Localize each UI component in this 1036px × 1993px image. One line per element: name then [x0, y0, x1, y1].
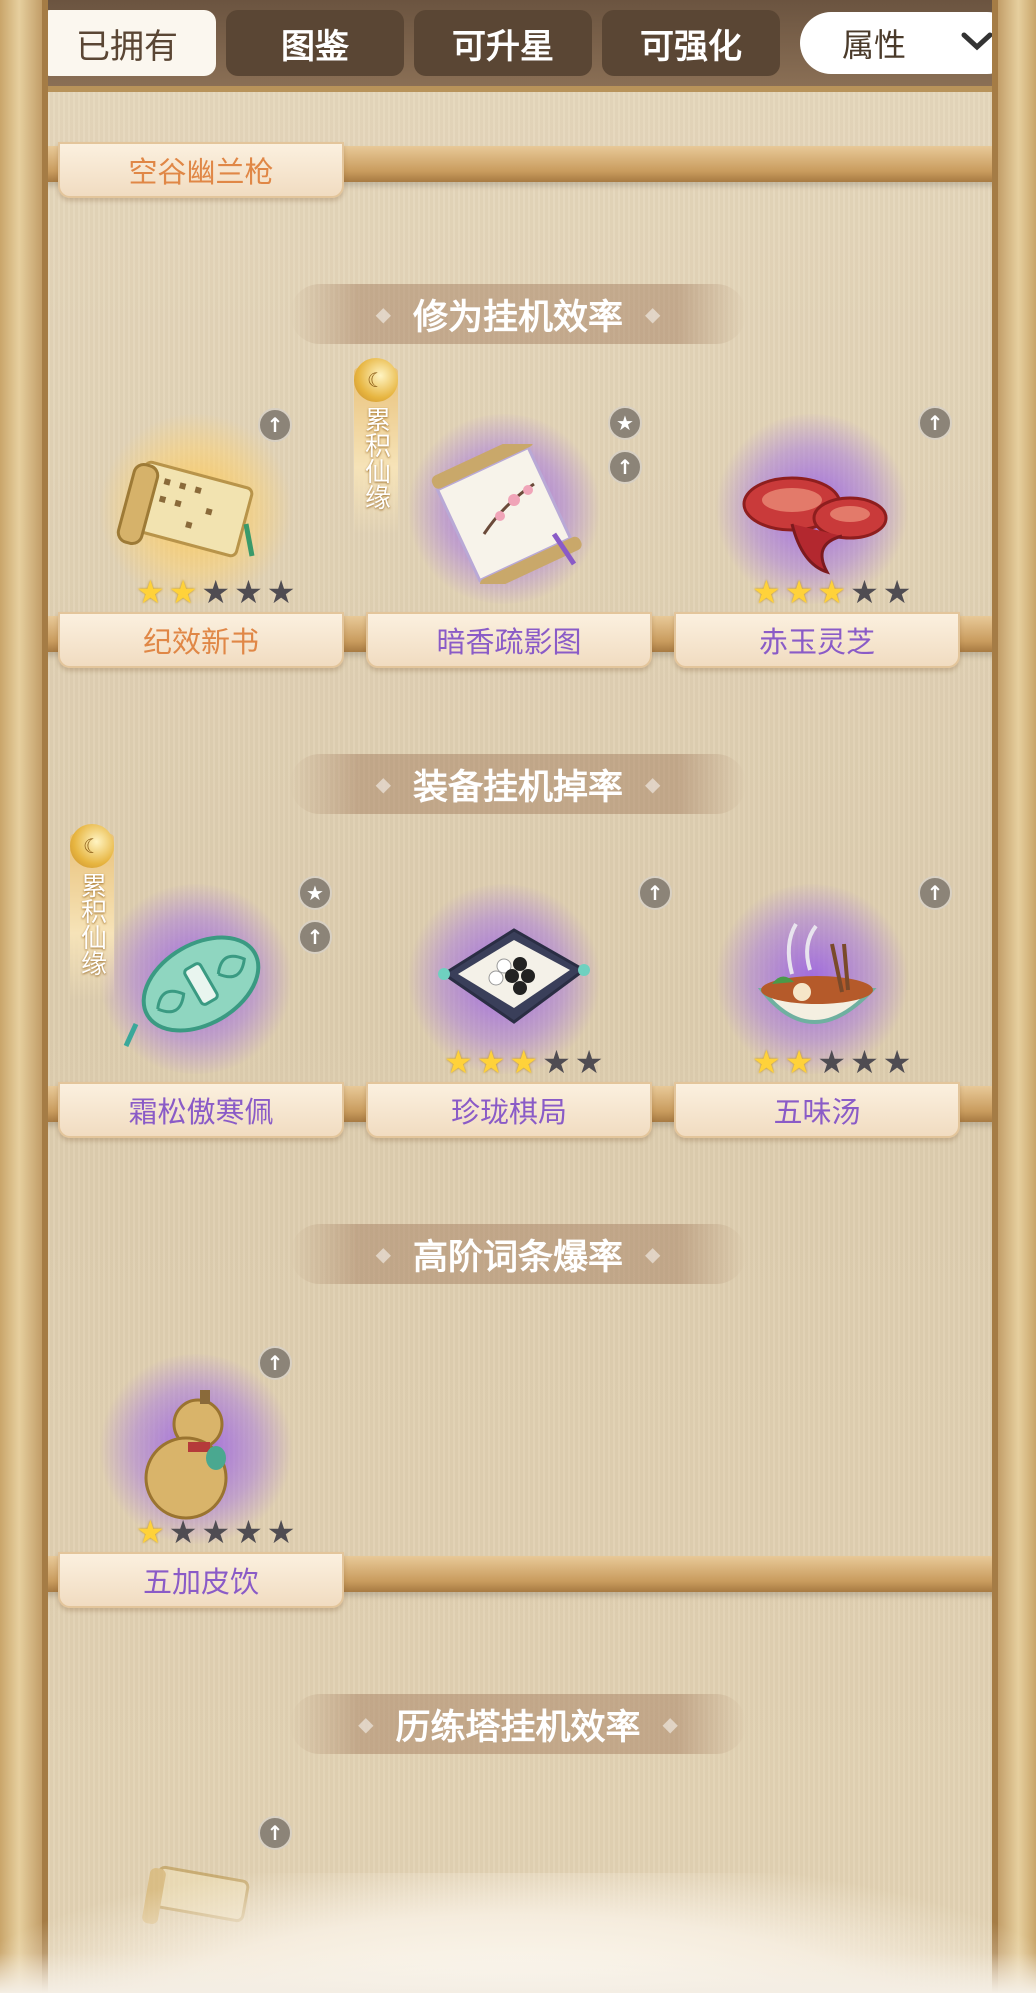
filter-label: 属性 [842, 26, 907, 64]
upgrade-arrow-icon[interactable]: ↑ [258, 1816, 292, 1850]
go-board-icon [438, 928, 590, 1024]
star-empty-icon: ★ [882, 1043, 912, 1081]
star-empty-icon: ★ [574, 1043, 604, 1081]
upgrade-arrow-icon[interactable]: ↑ [608, 450, 642, 484]
star-badge-icon[interactable]: ★ [298, 876, 332, 910]
chevron-down-icon [960, 27, 994, 60]
item-card[interactable]: ↑ ★ ★ ★ ★ ★ [692, 874, 952, 1078]
item-card[interactable]: ↑ ★ ★ ★ ★ ★ [692, 404, 952, 608]
section-header: ◆ 装备挂机掉率 ◆ [290, 754, 746, 814]
attribute-filter-dropdown[interactable]: 属性 [800, 12, 1018, 74]
section-title: 装备挂机掉率 [412, 767, 623, 808]
star-filled-icon: ★ [817, 573, 847, 611]
star-filled-icon: ★ [784, 1043, 814, 1081]
star-filled-icon: ★ [752, 573, 781, 611]
painting-scroll-icon [431, 444, 582, 584]
upgrade-arrow-icon[interactable]: ↑ [638, 876, 672, 910]
moon-icon: ☾ [354, 358, 398, 402]
star-filled-icon: ★ [444, 1043, 473, 1081]
item-name-tag[interactable]: 珍珑棋局 [366, 1082, 652, 1138]
star-empty-icon: ★ [234, 573, 263, 611]
diamond-icon: ◆ [645, 1242, 661, 1266]
star-rating: ★ ★ ★ ★ ★ [752, 1046, 911, 1078]
star-filled-icon: ★ [784, 573, 814, 611]
tab-bar: 已拥有 图鉴 可升星 可强化 属性 [0, 0, 1036, 92]
item-card[interactable]: ↑ ★ ★ ★ ★ ★ [384, 874, 672, 1078]
section-title: 历练塔挂机效率 [395, 1707, 641, 1748]
diamond-icon: ◆ [375, 772, 391, 796]
item-name-tag[interactable]: 赤玉灵芝 [674, 612, 960, 668]
star-rating: ★ ★ ★ ★ ★ [444, 1046, 603, 1078]
upgrade-arrow-icon[interactable]: ↑ [298, 920, 332, 954]
item-name-tag[interactable]: 空谷幽兰枪 [58, 142, 344, 198]
fate-ribbon: ☾ 累积仙缘 [70, 824, 114, 1000]
section-title: 修为挂机效率 [412, 297, 623, 338]
star-filled-icon: ★ [136, 573, 165, 611]
collection-panel[interactable]: 已拥有 图鉴 可升星 可强化 属性 空谷幽兰枪 ◆ 修为挂机效率 ◆ ↑ ★ ★ [0, 0, 1036, 1993]
item-name-tag[interactable]: 霜松傲寒佩 [58, 1082, 344, 1138]
star-filled-icon: ★ [509, 1043, 539, 1081]
star-rating: ★ ★ ★ ★ ★ [136, 1516, 295, 1548]
tab-collection[interactable]: 图鉴 [226, 10, 404, 76]
star-empty-icon: ★ [817, 1043, 847, 1081]
star-empty-icon: ★ [234, 1513, 263, 1551]
moon-icon: ☾ [70, 824, 114, 868]
star-empty-icon: ★ [201, 573, 231, 611]
star-filled-icon: ★ [136, 1513, 165, 1551]
item-name-tag[interactable]: 暗香疏影图 [366, 612, 652, 668]
star-empty-icon: ★ [201, 1513, 231, 1551]
soup-bowl-icon [757, 922, 877, 1024]
fate-ribbon: ☾ 累积仙缘 [354, 358, 398, 534]
star-rating: ★ ★ ★ ★ ★ [136, 576, 295, 608]
diamond-icon: ◆ [375, 1242, 391, 1266]
scroll-book-icon [116, 460, 255, 558]
red-mushroom-icon [742, 476, 888, 575]
star-filled-icon: ★ [168, 573, 198, 611]
section-header: ◆ 历练塔挂机效率 ◆ [290, 1694, 746, 1754]
item-card[interactable]: ☾ 累积仙缘 ★ ↑ [70, 824, 332, 1074]
star-empty-icon: ★ [542, 1043, 571, 1081]
fate-ribbon-text: 累积仙缘 [360, 406, 391, 510]
item-name-tag[interactable]: 纪效新书 [58, 612, 344, 668]
star-empty-icon: ★ [266, 573, 296, 611]
diamond-icon: ◆ [645, 772, 661, 796]
bottom-fade [0, 1953, 1036, 1993]
fate-ribbon-text: 累积仙缘 [76, 872, 107, 976]
tab-upgradable-star[interactable]: 可升星 [414, 10, 592, 76]
star-badge-icon[interactable]: ★ [608, 406, 642, 440]
section-title: 高阶词条爆率 [412, 1237, 623, 1278]
item-card[interactable]: ↑ ★ ★ ★ ★ ★ [76, 1344, 316, 1548]
tab-owned[interactable]: 已拥有 [38, 10, 216, 76]
upgrade-arrow-icon[interactable]: ↑ [258, 1346, 292, 1380]
item-card[interactable]: ☾ 累积仙缘 ★ ↑ [354, 358, 642, 604]
section-header: ◆ 修为挂机效率 ◆ [290, 284, 746, 344]
upgrade-arrow-icon[interactable]: ↑ [258, 408, 292, 442]
star-empty-icon: ★ [850, 1043, 879, 1081]
jade-pendant-icon [123, 935, 261, 1048]
section-header: ◆ 高阶词条爆率 ◆ [290, 1224, 746, 1284]
tab-enhanceable[interactable]: 可强化 [602, 10, 780, 76]
star-filled-icon: ★ [476, 1043, 506, 1081]
diamond-icon: ◆ [375, 302, 391, 326]
upgrade-arrow-icon[interactable]: ↑ [918, 876, 952, 910]
gourd-icon [144, 1390, 228, 1520]
right-frame [992, 0, 1036, 1993]
diamond-icon: ◆ [645, 302, 661, 326]
star-rating: ★ ★ ★ ★ ★ [752, 576, 911, 608]
star-empty-icon: ★ [168, 1513, 198, 1551]
star-empty-icon: ★ [850, 573, 879, 611]
left-frame [0, 0, 48, 1993]
star-empty-icon: ★ [266, 1513, 296, 1551]
item-card[interactable]: ↑ ★ ★ ★ ★ ★ [76, 404, 316, 608]
star-filled-icon: ★ [752, 1043, 781, 1081]
diamond-icon: ◆ [662, 1712, 678, 1736]
item-name-tag[interactable]: 五味汤 [674, 1082, 960, 1138]
diamond-icon: ◆ [358, 1712, 374, 1736]
item-name-tag[interactable]: 五加皮饮 [58, 1552, 344, 1608]
upgrade-arrow-icon[interactable]: ↑ [918, 406, 952, 440]
star-empty-icon: ★ [882, 573, 912, 611]
